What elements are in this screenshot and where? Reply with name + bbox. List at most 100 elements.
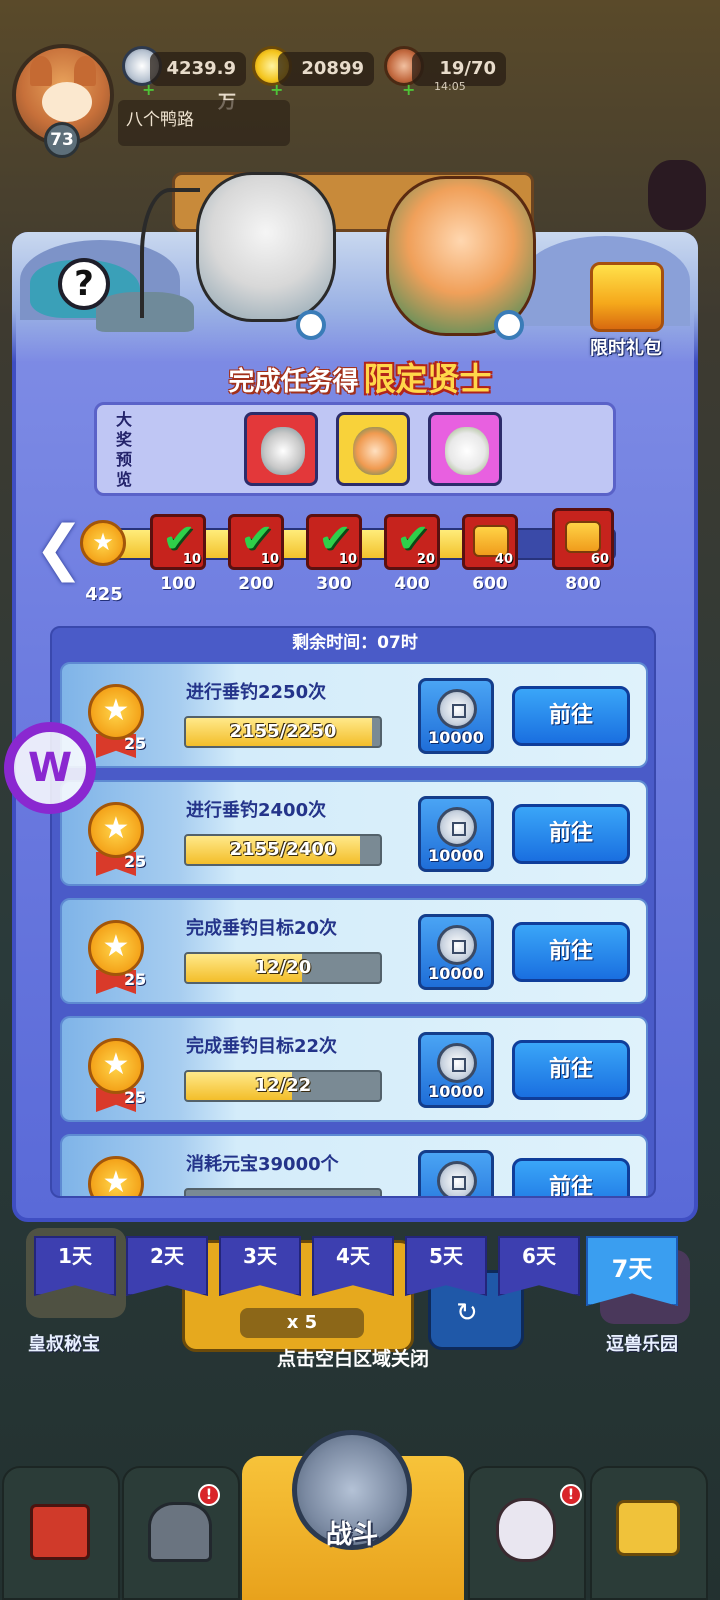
milestone-label: 100 — [160, 574, 196, 594]
coin-plus-icon[interactable]: + — [142, 80, 155, 99]
milestone-label: 400 — [394, 574, 430, 594]
task-row: ★ 25 进行垂钓2400次 2155/2400 10000 前往 — [60, 780, 648, 886]
preview-card-catgirl[interactable] — [336, 412, 410, 486]
task-progress-text: 2155/2400 — [229, 839, 337, 860]
gold-counter: 20899 — [278, 52, 374, 86]
preview-catgirl-icon — [353, 427, 397, 475]
refresh-icon: ↻ — [456, 1298, 478, 1328]
event-title-highlight: 限定贤士 — [363, 360, 492, 398]
stamina-timer: 14:05 — [434, 80, 466, 93]
go-button[interactable]: 前往 — [512, 686, 630, 746]
nav-equipment[interactable] — [122, 1466, 240, 1600]
star-medal-icon: ★ — [88, 1038, 144, 1094]
silver-coin-icon — [437, 1043, 477, 1083]
star-medal-icon: ★ — [88, 920, 144, 976]
star-medal-icon: ★ — [88, 1156, 144, 1196]
task-progress-text: 12/20 — [254, 957, 312, 978]
task-progress-bar: 12/20 — [184, 952, 382, 984]
gold-upgrade-icon — [616, 1500, 680, 1556]
milestone-600-reward[interactable]: 40 — [462, 514, 518, 570]
remaining-time: 剩余时间：07时 — [292, 633, 418, 653]
star-medal-icon: ★ — [88, 684, 144, 740]
event-title: 完成任务得 限定贤士 — [60, 354, 660, 400]
task-row: ★ 消耗元宝39000个 前往 — [60, 1134, 648, 1196]
milestone-label: 800 — [565, 574, 601, 594]
task-progress-bar: 12/22 — [184, 1070, 382, 1102]
task-name: 进行垂钓2250次 — [186, 682, 327, 703]
preview-elder-icon — [261, 427, 305, 475]
reward-coin-box[interactable] — [418, 1150, 494, 1196]
nav-shop[interactable] — [2, 1466, 120, 1600]
go-button[interactable]: 前往 — [512, 1040, 630, 1100]
silver-coin-icon — [437, 689, 477, 729]
reward-qty: 10000 — [428, 846, 484, 865]
reward-qty: 10000 — [428, 1082, 484, 1101]
treasure-chest-icon — [565, 521, 601, 553]
inspect-catgirl-magnifier-icon[interactable] — [494, 310, 524, 340]
reward-coin-box[interactable]: 10000 — [418, 796, 494, 872]
close-hint[interactable]: 点击空白区域关闭 — [0, 1344, 706, 1371]
player-name: 八个鸭路 — [118, 100, 290, 146]
task-progress-bar: 2155/2400 — [184, 834, 382, 866]
gold-plus-icon[interactable]: + — [270, 80, 283, 99]
task-name: 进行垂钓2400次 — [186, 800, 327, 821]
avatar-face — [42, 82, 92, 122]
avatar-ear-right — [74, 56, 96, 86]
task-progress-bar — [184, 1188, 382, 1196]
go-button[interactable]: 前往 — [512, 922, 630, 982]
helmet-icon — [148, 1502, 212, 1562]
reward-coin-box[interactable]: 10000 — [418, 678, 494, 754]
reward-coin-box[interactable]: 10000 — [418, 914, 494, 990]
overlay-watermark-logo: W — [4, 722, 96, 814]
milestone-200-reward[interactable]: ✔ 10 — [228, 514, 284, 570]
fishing-rod — [140, 188, 200, 318]
inspect-elder-magnifier-icon[interactable] — [296, 310, 326, 340]
milestone-label: 300 — [316, 574, 352, 594]
side-character-avatar — [648, 160, 706, 230]
go-button[interactable]: 前往 — [512, 804, 630, 864]
milestone-label: 200 — [238, 574, 274, 594]
task-name: 完成垂钓目标20次 — [186, 918, 338, 939]
reward-coin-box[interactable]: 10000 — [418, 1032, 494, 1108]
milestone-400-reward[interactable]: ✔ 20 — [384, 514, 440, 570]
heroes-alert-badge: ! — [560, 1484, 582, 1506]
day-tab-2[interactable]: 2天 — [126, 1236, 208, 1296]
nav-upgrade[interactable] — [590, 1466, 708, 1600]
player-level-badge: 73 — [44, 122, 80, 158]
task-progress-bar: 2155/2250 — [184, 716, 382, 748]
task-row: ★ 25 进行垂钓2250次 2155/2250 10000 前往 — [60, 662, 648, 768]
medal-qty: 25 — [124, 852, 147, 871]
coin-counter: 4239.9万 — [150, 52, 246, 113]
center-event-count: x 5 — [240, 1308, 364, 1338]
star-score-icon: ★ — [80, 520, 126, 566]
medal-qty: 25 — [124, 1088, 147, 1107]
milestone-qty: 40 — [494, 552, 513, 567]
task-name: 完成垂钓目标22次 — [186, 1036, 338, 1057]
milestone-qty: 20 — [416, 552, 435, 567]
task-progress-text: 2155/2250 — [229, 721, 337, 742]
day-tab-6[interactable]: 6天 — [498, 1236, 580, 1296]
battle-label[interactable]: 战斗 — [300, 1514, 404, 1551]
event-title-prefix: 完成任务得 — [228, 367, 359, 397]
equipment-alert-badge: ! — [198, 1484, 220, 1506]
milestone-300-reward[interactable]: ✔ 10 — [306, 514, 362, 570]
milestone-label: 600 — [472, 574, 508, 594]
current-score: 425 — [85, 584, 123, 605]
milestone-qty: 60 — [590, 552, 609, 567]
task-list[interactable]: 剩余时间：07时 ★ 25 进行垂钓2250次 2155/2250 10000 … — [50, 626, 656, 1198]
gate-icon — [30, 1504, 90, 1560]
preview-card-whitecat[interactable] — [428, 412, 502, 486]
silver-coin-icon — [437, 807, 477, 847]
go-button[interactable]: 前往 — [512, 1158, 630, 1196]
sage-character-elder — [196, 172, 336, 322]
previous-arrow-icon[interactable]: ❮ — [34, 518, 84, 578]
limited-gift-chest-icon[interactable] — [590, 262, 664, 332]
preview-card-elder[interactable] — [244, 412, 318, 486]
task-name: 消耗元宝39000个 — [186, 1154, 339, 1175]
help-button[interactable]: ? — [58, 258, 110, 310]
avatar-ear-left — [30, 56, 52, 86]
milestone-100-reward[interactable]: ✔ 10 — [150, 514, 206, 570]
milestone-qty: 10 — [182, 552, 201, 567]
milestone-800-reward[interactable]: 60 — [552, 508, 614, 570]
stamina-plus-icon[interactable]: + — [402, 80, 415, 99]
